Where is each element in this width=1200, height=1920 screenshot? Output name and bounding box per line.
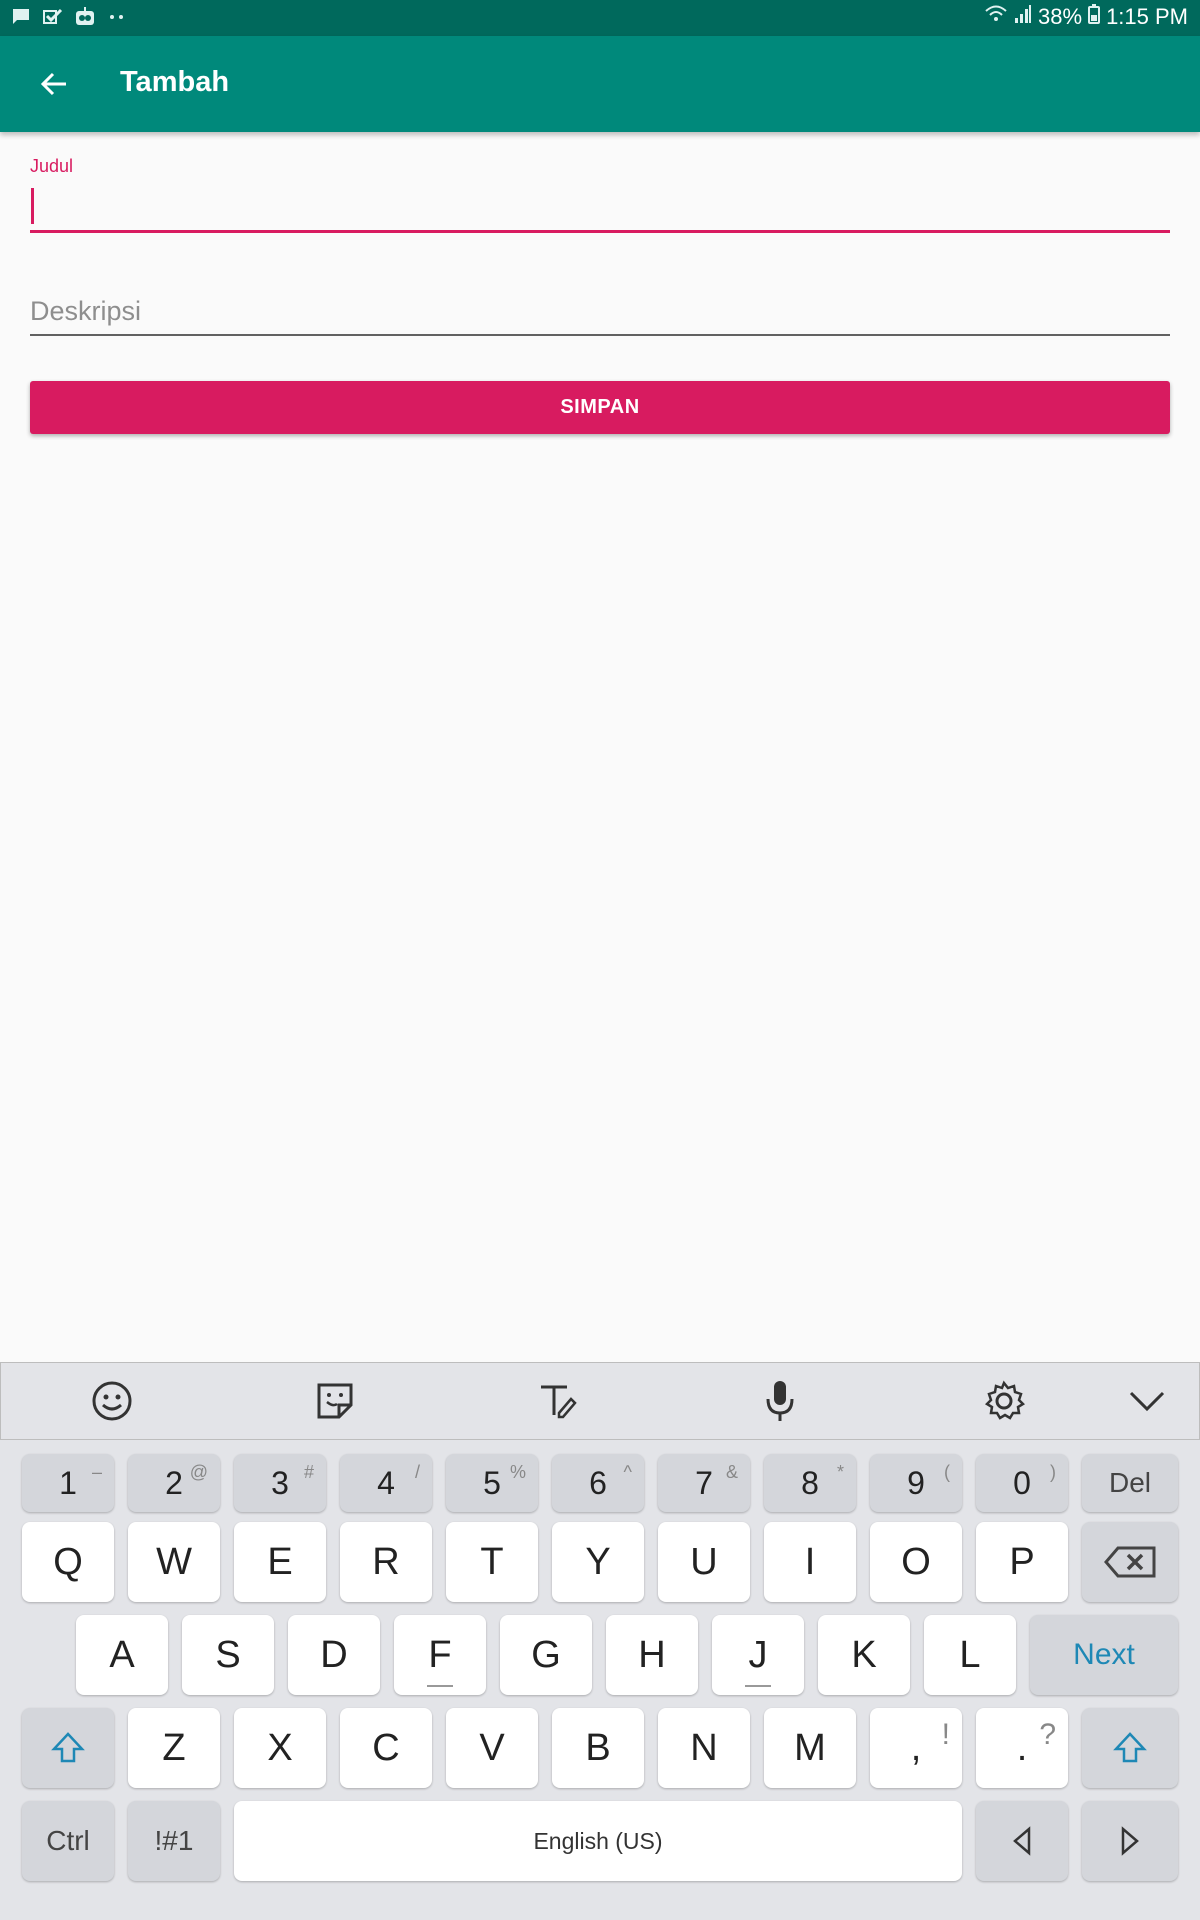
- key-n[interactable]: N: [658, 1708, 750, 1788]
- key-m[interactable]: M: [764, 1708, 856, 1788]
- keyboard-toolbar: [0, 1362, 1200, 1440]
- settings-icon[interactable]: [980, 1377, 1028, 1425]
- key-d[interactable]: D: [288, 1615, 380, 1695]
- checkmark-icon: [42, 6, 64, 28]
- battery-icon: [1088, 4, 1101, 30]
- del-key[interactable]: Del: [1082, 1454, 1178, 1512]
- key-k[interactable]: K: [818, 1615, 910, 1695]
- judul-input[interactable]: [30, 180, 1170, 233]
- key-8[interactable]: 8 *: [764, 1454, 856, 1512]
- key-p[interactable]: P: [976, 1522, 1068, 1602]
- backspace-icon: [1104, 1546, 1156, 1578]
- keyboard: 1– 2 @ 3 # 4/ 5% 6 ^ 7 & 8 * 9( 0) Del Q W E …: [0, 1362, 1200, 1920]
- key-7[interactable]: 7 &: [658, 1454, 750, 1512]
- key-period[interactable]: .?: [976, 1708, 1068, 1788]
- key-f[interactable]: F: [394, 1615, 486, 1695]
- microphone-icon[interactable]: [756, 1377, 804, 1425]
- cursor-left-key[interactable]: [976, 1801, 1068, 1881]
- key-z[interactable]: Z: [128, 1708, 220, 1788]
- page-title: Tambah: [120, 66, 230, 98]
- deskripsi-placeholder: Deskripsi: [30, 296, 142, 326]
- notification-icons: [10, 6, 128, 28]
- clock: 1:15 PM: [1106, 4, 1188, 29]
- key-h[interactable]: H: [606, 1615, 698, 1695]
- shift-key-left[interactable]: [22, 1708, 114, 1788]
- key-u[interactable]: U: [658, 1522, 750, 1602]
- key-0[interactable]: 0): [976, 1454, 1068, 1512]
- cursor-right-key[interactable]: [1082, 1801, 1178, 1881]
- signal-icon: [1014, 4, 1032, 30]
- key-q[interactable]: Q: [22, 1522, 114, 1602]
- sticker-icon[interactable]: [311, 1377, 359, 1425]
- key-5[interactable]: 5%: [446, 1454, 538, 1512]
- handwriting-icon[interactable]: [533, 1377, 581, 1425]
- key-3[interactable]: 3 #: [234, 1454, 326, 1512]
- key-b[interactable]: B: [552, 1708, 644, 1788]
- status-bar: 38% 1:15 PM: [0, 0, 1200, 36]
- key-x[interactable]: X: [234, 1708, 326, 1788]
- arrow-left-icon: [1013, 1826, 1031, 1856]
- home-row-mark: [427, 1685, 453, 1687]
- key-w[interactable]: W: [128, 1522, 220, 1602]
- shift-icon: [1113, 1732, 1147, 1763]
- wifi-icon: [984, 4, 1008, 30]
- key-j[interactable]: J: [712, 1615, 804, 1695]
- shift-icon: [51, 1732, 85, 1763]
- key-9[interactable]: 9(: [870, 1454, 962, 1512]
- robot-icon: [74, 6, 96, 28]
- text-cursor: [31, 188, 34, 224]
- key-o[interactable]: O: [870, 1522, 962, 1602]
- ctrl-key[interactable]: Ctrl: [22, 1801, 114, 1881]
- save-button[interactable]: SIMPAN: [30, 381, 1170, 434]
- shift-key-right[interactable]: [1082, 1708, 1178, 1788]
- message-icon: [10, 6, 32, 28]
- key-comma[interactable]: ,!: [870, 1708, 962, 1788]
- key-t[interactable]: T: [446, 1522, 538, 1602]
- status-right: 38% 1:15 PM: [984, 4, 1188, 30]
- home-row-mark: [745, 1685, 771, 1687]
- key-a[interactable]: A: [76, 1615, 168, 1695]
- key-s[interactable]: S: [182, 1615, 274, 1695]
- key-c[interactable]: C: [340, 1708, 432, 1788]
- deskripsi-input[interactable]: Deskripsi: [30, 290, 1170, 336]
- more-dots-icon: [106, 6, 128, 28]
- next-key[interactable]: Next: [1030, 1615, 1178, 1695]
- key-4[interactable]: 4/: [340, 1454, 432, 1512]
- key-2[interactable]: 2 @: [128, 1454, 220, 1512]
- emoji-icon[interactable]: [88, 1377, 136, 1425]
- battery-percent: 38%: [1038, 4, 1083, 29]
- key-l[interactable]: L: [924, 1615, 1016, 1695]
- key-g[interactable]: G: [500, 1615, 592, 1695]
- key-1[interactable]: 1–: [22, 1454, 114, 1512]
- symbols-key[interactable]: !#1: [128, 1801, 220, 1881]
- space-key[interactable]: English (US): [234, 1801, 962, 1881]
- judul-label: Judul: [30, 156, 74, 176]
- backspace-key[interactable]: [1082, 1522, 1178, 1602]
- key-6[interactable]: 6 ^: [552, 1454, 644, 1512]
- key-i[interactable]: I: [764, 1522, 856, 1602]
- key-e[interactable]: E: [234, 1522, 326, 1602]
- app-bar: Tambah: [0, 36, 1200, 132]
- collapse-icon[interactable]: [1123, 1377, 1171, 1425]
- key-v[interactable]: V: [446, 1708, 538, 1788]
- arrow-right-icon: [1121, 1826, 1139, 1856]
- key-r[interactable]: R: [340, 1522, 432, 1602]
- key-y[interactable]: Y: [552, 1522, 644, 1602]
- back-arrow-icon[interactable]: [30, 60, 78, 108]
